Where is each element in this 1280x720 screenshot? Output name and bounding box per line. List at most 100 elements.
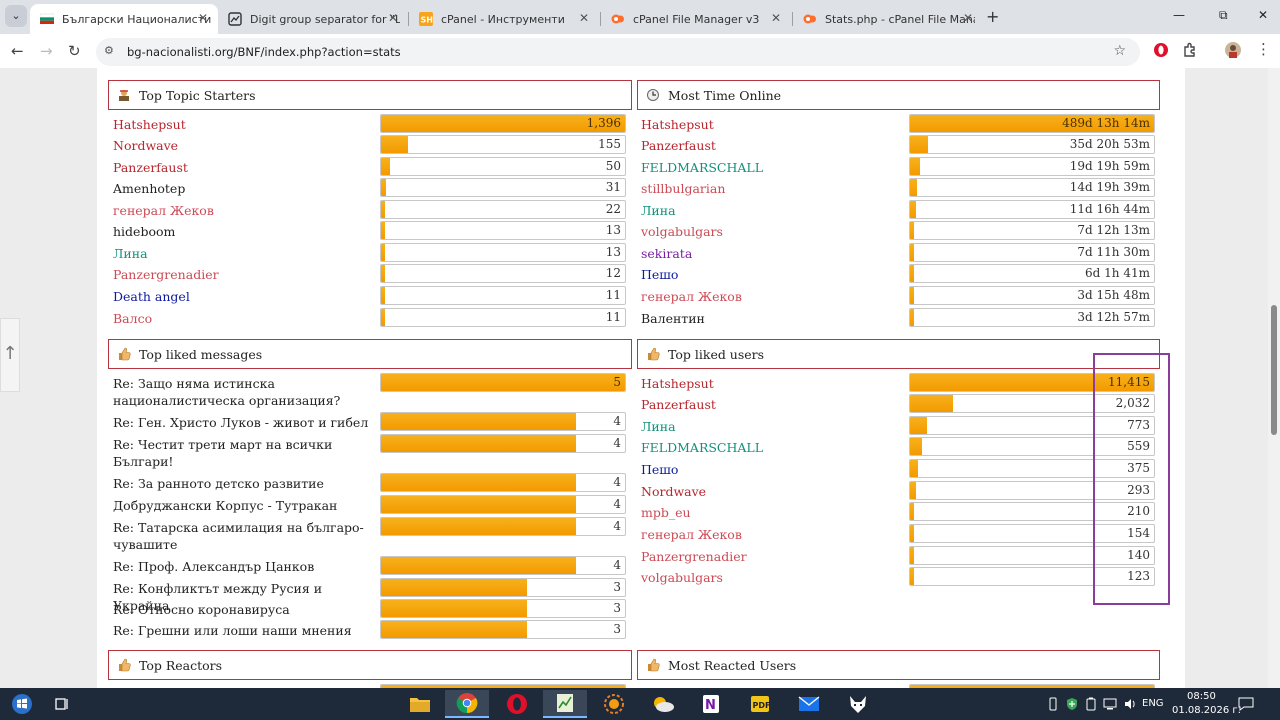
user-link[interactable]: stillbulgarian xyxy=(641,180,725,197)
user-link[interactable]: генерал Жеков xyxy=(113,202,214,219)
close-tab-icon[interactable]: ✕ xyxy=(579,11,589,25)
user-link[interactable]: Nordwave xyxy=(641,483,706,500)
pdf-reader-button[interactable]: PDF xyxy=(738,690,782,718)
foobar-button[interactable] xyxy=(836,690,880,718)
stat-row: Лина 11d 16h 44m xyxy=(641,200,1155,221)
scrollbar-thumb[interactable] xyxy=(1271,305,1277,435)
user-link[interactable]: Лина xyxy=(641,418,676,435)
close-window-button[interactable]: ✕ xyxy=(1258,8,1268,22)
close-tab-icon[interactable]: ✕ xyxy=(198,11,208,25)
user-link[interactable]: Panzerfaust xyxy=(641,137,716,154)
message-link[interactable]: Re: Честит трети март на всички Българи! xyxy=(113,436,375,470)
opera-extension-icon[interactable] xyxy=(1153,42,1169,58)
new-tab-button[interactable]: + xyxy=(986,7,999,26)
scroll-up-arrow-icon[interactable]: ↑ xyxy=(0,318,20,392)
notepad-button[interactable] xyxy=(543,690,587,718)
stat-row: Hatshepsut 1,396 xyxy=(113,114,626,135)
minimize-button[interactable]: — xyxy=(1173,8,1185,22)
tab[interactable]: SH cPanel - Инструменти ✕ xyxy=(409,4,599,34)
user-link[interactable]: Panzerfaust xyxy=(641,396,716,413)
tab-active[interactable]: Български Националистическ ✕ xyxy=(30,4,218,34)
user-link[interactable]: FELDMARSCHALL xyxy=(641,439,763,456)
chrome-button[interactable] xyxy=(445,690,489,718)
network-tray-icon[interactable] xyxy=(1103,697,1117,711)
weather-button[interactable] xyxy=(641,690,685,718)
bookmark-star-icon[interactable]: ☆ xyxy=(1113,43,1126,59)
forward-button[interactable]: → xyxy=(40,42,53,60)
usb-tray-icon[interactable] xyxy=(1048,697,1058,711)
close-tab-icon[interactable]: ✕ xyxy=(963,11,973,25)
clock-date[interactable]: 01.08.2026 г. xyxy=(1172,705,1241,716)
address-bar[interactable]: ⚙ bg-nacionalisti.org/BNF/index.php?acti… xyxy=(96,38,1140,66)
stat-bar-fill xyxy=(381,136,409,153)
stat-bar: 50 xyxy=(380,157,626,176)
user-link[interactable]: Hatshepsut xyxy=(641,375,714,392)
message-link[interactable]: Re: Грешни или лоши наши мнения xyxy=(113,622,375,639)
user-link[interactable]: Валентин xyxy=(641,310,705,327)
stat-row: Re: Конфликтът между Русия и Украйна 3 xyxy=(113,578,626,613)
volume-tray-icon[interactable] xyxy=(1123,697,1137,711)
message-link[interactable]: Re: Ген. Христо Луков - живот и гибел xyxy=(113,414,375,431)
notifications-icon[interactable] xyxy=(1238,697,1254,711)
profile-avatar-icon[interactable] xyxy=(1225,42,1241,58)
user-link[interactable]: volgabulgars xyxy=(641,569,723,586)
user-link[interactable]: Panzergrenadier xyxy=(641,548,747,565)
stat-value: 35d 20h 53m xyxy=(1069,137,1150,151)
user-link[interactable]: hideboom xyxy=(113,223,175,240)
opera-button[interactable] xyxy=(495,690,539,718)
language-indicator[interactable]: ENG xyxy=(1142,698,1164,709)
back-button[interactable]: ← xyxy=(11,42,24,60)
extensions-puzzle-icon[interactable] xyxy=(1182,42,1198,58)
user-link[interactable]: генерал Жеков xyxy=(641,288,742,305)
tab[interactable]: Digit group separator for "Likes ✕ xyxy=(218,4,408,34)
user-link[interactable]: Panzerfaust xyxy=(113,159,188,176)
stat-value: 7d 12h 13m xyxy=(1077,223,1150,237)
clock-time[interactable]: 08:50 xyxy=(1187,691,1216,702)
paint-button[interactable] xyxy=(592,690,636,718)
start-button[interactable] xyxy=(0,690,44,718)
windows-start-icon xyxy=(12,694,32,714)
reload-button[interactable]: ↻ xyxy=(68,42,81,60)
message-link[interactable]: Re: Относно коронавируса xyxy=(113,601,375,618)
close-tab-icon[interactable]: ✕ xyxy=(771,11,781,25)
user-link[interactable]: Валсо xyxy=(113,310,152,327)
message-link[interactable]: Re: Татарска асимилация на българо-чуваш… xyxy=(113,519,375,553)
message-link[interactable]: Добруджански Корпус - Тутракан xyxy=(113,497,375,514)
user-link[interactable]: FELDMARSCHALL xyxy=(641,159,763,176)
message-link[interactable]: Re: Проф. Александър Цанков xyxy=(113,558,375,575)
onenote-button[interactable]: N xyxy=(689,690,733,718)
close-tab-icon[interactable]: ✕ xyxy=(388,11,398,25)
user-link[interactable]: Nordwave xyxy=(113,137,178,154)
user-link[interactable]: Лина xyxy=(641,202,676,219)
message-link[interactable]: Re: Защо няма истинска националистическа… xyxy=(113,375,375,409)
site-info-icon[interactable]: ⚙ xyxy=(104,44,114,57)
message-link[interactable]: Re: За ранното детско развитие xyxy=(113,475,375,492)
user-link[interactable]: volgabulgars xyxy=(641,223,723,240)
user-link[interactable]: Death angel xyxy=(113,288,190,305)
user-link[interactable]: Hatshepsut xyxy=(113,116,186,133)
maximize-button[interactable]: ⧉ xyxy=(1219,8,1228,23)
task-view-button[interactable] xyxy=(40,690,84,718)
battery-tray-icon[interactable] xyxy=(1086,697,1096,711)
user-link[interactable]: Panzergrenadier xyxy=(113,266,219,283)
page-scrollbar[interactable] xyxy=(1268,68,1280,688)
url-text[interactable]: bg-nacionalisti.org/BNF/index.php?action… xyxy=(127,45,401,59)
stat-bar-fill xyxy=(910,158,920,175)
user-link[interactable]: генерал Жеков xyxy=(641,526,742,543)
browser-toolbar: ← → ↻ ⚙ bg-nacionalisti.org/BNF/index.ph… xyxy=(0,34,1280,68)
user-link[interactable]: Hatshepsut xyxy=(641,116,714,133)
user-link[interactable]: sekirata xyxy=(641,245,692,262)
user-link[interactable]: Пешо xyxy=(641,461,678,478)
shield-tray-icon[interactable] xyxy=(1066,697,1078,711)
user-link[interactable]: Пешо xyxy=(641,266,678,283)
mail-button[interactable] xyxy=(787,690,831,718)
tab-search-button[interactable]: ⌄ xyxy=(5,5,27,27)
file-explorer-button[interactable] xyxy=(398,690,442,718)
user-link[interactable]: Amenhotep xyxy=(113,180,185,197)
tab[interactable]: Stats.php - cPanel File Manage ✕ xyxy=(793,4,983,34)
browser-menu-icon[interactable]: ⋮ xyxy=(1256,40,1271,58)
stat-bar-fill xyxy=(381,244,385,261)
user-link[interactable]: mpb_eu xyxy=(641,504,691,521)
tab[interactable]: cPanel File Manager v3 ✕ xyxy=(601,4,791,34)
user-link[interactable]: Лина xyxy=(113,245,148,262)
